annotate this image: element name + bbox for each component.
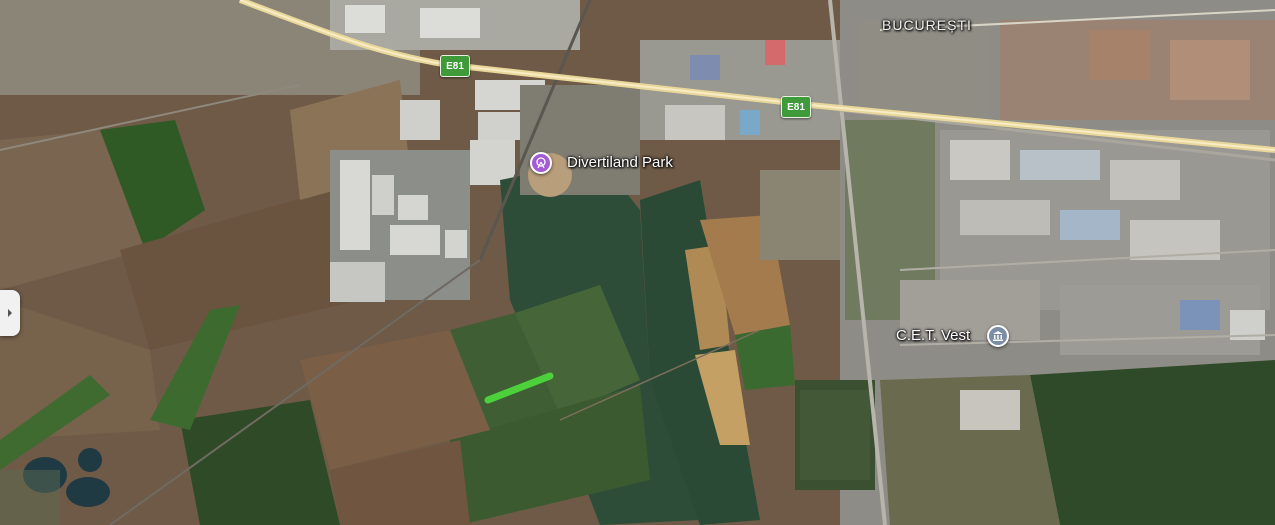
satellite-map[interactable]: E81 E81 BUCUREȘTI Divertiland Park C.E.T… (0, 0, 1275, 525)
poi-label-divertiland-park[interactable]: Divertiland Park (567, 154, 673, 171)
ferris-wheel-icon (536, 157, 546, 169)
road-shield-label: E81 (787, 101, 805, 113)
road-shield-label: E81 (446, 60, 464, 72)
chevron-right-icon (8, 309, 12, 317)
landmark-building-icon (993, 331, 1003, 341)
side-panel-toggle-button[interactable] (0, 290, 20, 336)
city-label-bucuresti[interactable]: BUCUREȘTI (882, 17, 972, 33)
map-imagery (0, 0, 1275, 525)
building-icon[interactable] (987, 325, 1009, 347)
road-shield-e81-east[interactable]: E81 (781, 96, 811, 118)
poi-label-cet-vest[interactable]: C.E.T. Vest (896, 327, 970, 344)
road-shield-e81-west[interactable]: E81 (440, 55, 470, 77)
amusement-park-icon[interactable] (530, 152, 552, 174)
